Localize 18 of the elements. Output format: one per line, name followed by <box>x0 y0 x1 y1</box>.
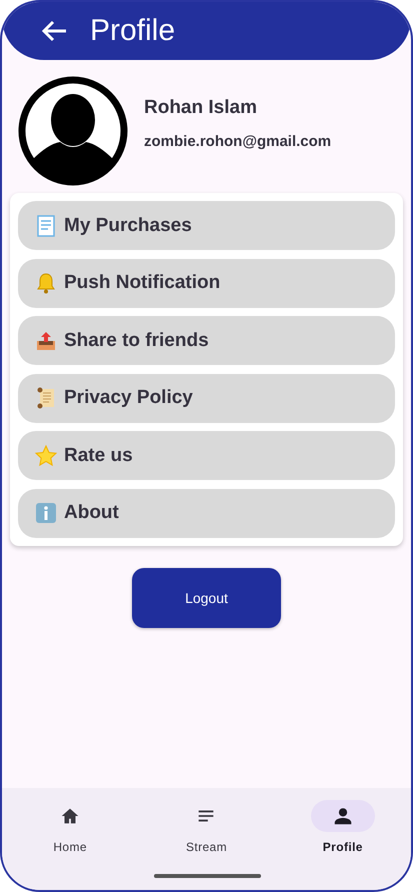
menu-item[interactable]: Privacy Policy <box>18 374 395 422</box>
menu-item[interactable]: Push Notification <box>18 258 395 308</box>
menu-item[interactable]: Share to friends <box>18 316 395 365</box>
star-icon <box>34 444 58 468</box>
avatar-icon <box>18 76 128 186</box>
back-arrow-icon[interactable] <box>40 19 68 43</box>
nav-tab[interactable]: Home <box>2 800 138 872</box>
nav-tab[interactable]: Stream <box>138 800 275 872</box>
user-name: Rohan Islam <box>144 96 258 118</box>
menu-item[interactable]: Rate us <box>18 431 395 480</box>
menu-item[interactable]: My Purchases <box>18 201 395 250</box>
nav-tab[interactable]: Profile <box>274 800 411 872</box>
screen-title: Profile <box>90 14 176 48</box>
bell-icon <box>34 271 58 295</box>
menu-item[interactable]: About <box>18 488 395 538</box>
user-email: zombie.rohon@gmail.com <box>144 132 332 150</box>
logout-button[interactable]: Logout <box>132 568 281 628</box>
info-icon <box>34 501 58 525</box>
